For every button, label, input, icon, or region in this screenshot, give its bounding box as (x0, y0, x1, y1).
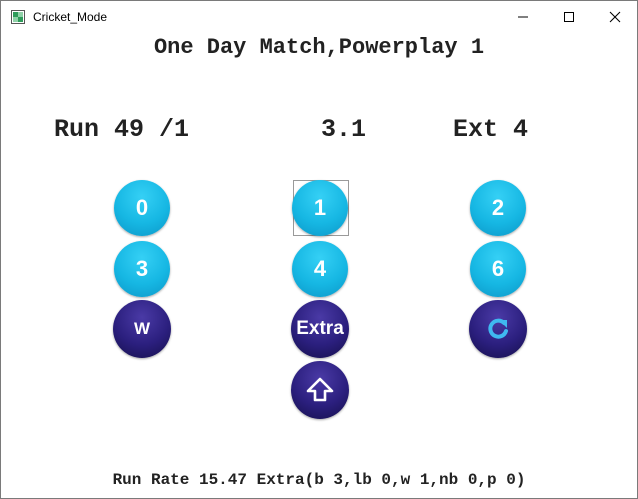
run-1-button[interactable]: 1 (292, 180, 348, 236)
undo-button[interactable] (469, 300, 527, 358)
minimize-button[interactable] (500, 1, 546, 33)
run-rate-summary: Run Rate 15.47 Extra(b 3,lb 0,w 1,nb 0,p… (112, 471, 526, 489)
match-heading: One Day Match,Powerplay 1 (153, 35, 485, 60)
runs-wickets-display: Run 49 /1 (54, 115, 190, 144)
overs-display: 3.1 (321, 115, 367, 144)
maximize-button[interactable] (546, 1, 592, 33)
app-window: Cricket_Mode One Day Match,Powerplay 1 R… (0, 0, 638, 499)
run-6-button[interactable]: 6 (470, 241, 526, 297)
run-0-button[interactable]: 0 (114, 180, 170, 236)
run-2-button[interactable]: 2 (470, 180, 526, 236)
wicket-button[interactable]: W (113, 300, 171, 358)
run-3-button[interactable]: 3 (114, 241, 170, 297)
maximize-icon (564, 12, 574, 22)
home-up-arrow-icon (306, 377, 334, 402)
minimize-icon (518, 16, 528, 18)
extras-display: Ext 4 (453, 115, 529, 144)
close-icon (609, 11, 621, 23)
refresh-icon (488, 318, 508, 339)
title-bar[interactable]: Cricket_Mode (1, 1, 637, 33)
close-button[interactable] (592, 1, 637, 33)
app-icon (11, 10, 25, 24)
home-button[interactable] (291, 361, 349, 419)
run-4-button[interactable]: 4 (292, 241, 348, 297)
window-title: Cricket_Mode (33, 10, 108, 24)
extra-button[interactable]: Extra (291, 300, 349, 358)
